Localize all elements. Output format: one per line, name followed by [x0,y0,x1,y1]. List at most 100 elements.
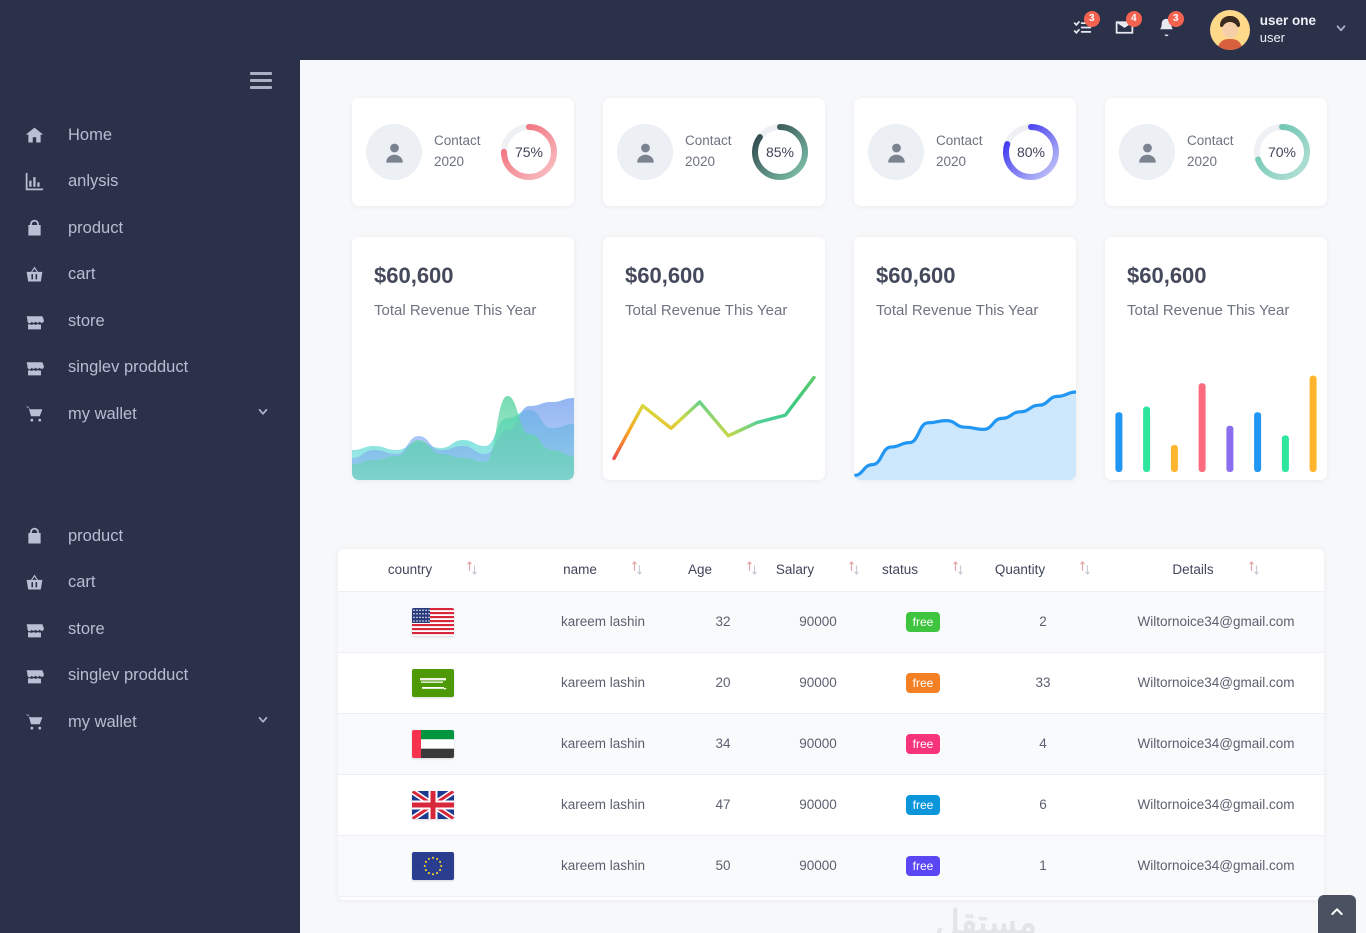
revenue-card: $60,600 Total Revenue This Year [1105,237,1327,480]
bell-button[interactable]: 3 [1148,11,1186,49]
column-header-details[interactable]: Details [1108,549,1324,592]
scroll-to-top-button[interactable] [1318,895,1356,933]
cell-salary: 90000 [768,774,868,836]
person-icon [868,124,924,180]
cell-details: Wiltornoice34@gmail.com [1108,713,1324,775]
user-menu[interactable]: user one user [1209,10,1348,50]
cell-details: Wiltornoice34@gmail.com [1108,652,1324,714]
gb-flag [412,790,454,819]
sort-icon[interactable] [1079,560,1091,579]
sidebar-toggle-button[interactable] [250,72,272,93]
column-header-status[interactable]: status [868,549,978,592]
cell-name: kareem lashin [528,774,678,836]
hamburger-icon [250,72,272,89]
revenue-chart [854,370,1076,480]
data-table-card: country name Age Salary status Quantity Detail… [338,549,1324,900]
sidebar-item-singlev-prodduct[interactable]: singlev prodduct [0,345,300,392]
revenue-chart [352,370,574,480]
sa-flag [412,668,454,697]
sidebar-item-my-wallet[interactable]: my wallet [0,699,300,746]
stat-card-text: Contact 2020 [1187,131,1251,173]
stat-card: Contact 2020 70% [1105,98,1327,206]
sort-icon[interactable] [746,560,758,579]
stat-card-year: 2020 [1187,154,1218,169]
sidebar-item-label: cart [68,573,96,592]
stat-card: Contact 2020 75% [352,98,574,206]
revenue-card-row: $60,600 Total Revenue This Year $60,600 Tot… [352,237,1327,480]
sidebar-item-my-wallet[interactable]: my wallet [0,391,300,438]
sort-icon[interactable] [1248,560,1260,579]
cell-age: 20 [678,652,768,714]
cell-country [338,591,528,653]
cell-quantity: 6 [978,774,1108,836]
sidebar-item-home[interactable]: Home [0,112,300,159]
sidebar-item-cart[interactable]: cart [0,560,300,607]
sidebar-nav-primary: Home anlysis product cart store singlev prodd… [0,112,300,438]
cell-quantity: 2 [978,591,1108,653]
store-icon [24,310,54,332]
sidebar-item-product[interactable]: product [0,513,300,560]
sort-icon[interactable] [631,560,643,579]
stat-card-year: 2020 [434,154,465,169]
store-icon [24,618,54,640]
user-name: user one [1259,13,1316,29]
envelope-button[interactable]: 4 [1106,11,1144,49]
column-header-age[interactable]: Age [678,549,768,592]
sidebar-item-store[interactable]: store [0,298,300,345]
column-header-salary[interactable]: Salary [768,549,868,592]
sidebar-nav-secondary: product cart store singlev prodduct my walle… [0,513,300,746]
basket-icon [24,572,54,594]
table-row[interactable]: kareem lashin 50 90000 free 1 Wiltornoice34@g… [338,835,1324,897]
store-icon [24,357,54,379]
sidebar-item-cart[interactable]: cart [0,252,300,299]
bar-chart-icon [24,171,54,193]
sort-icon[interactable] [952,560,964,579]
cell-age: 47 [678,774,768,836]
table-head: country name Age Salary status Quantity Detail… [338,549,1324,592]
cell-status: free [868,713,978,775]
home-icon [24,124,54,146]
store-icon [24,665,54,687]
cell-salary: 90000 [768,591,868,653]
sidebar-item-anlysis[interactable]: anlysis [0,159,300,206]
column-header-quantity[interactable]: Quantity [978,549,1108,592]
stat-card-title: Contact [936,133,983,149]
stat-card-text: Contact 2020 [685,131,749,173]
sidebar-item-label: product [68,526,124,545]
column-header-name[interactable]: name [528,549,678,592]
sidebar-item-singlev-prodduct[interactable]: singlev prodduct [0,653,300,700]
cell-details: Wiltornoice34@gmail.com [1108,774,1324,836]
stat-card-row: Contact 2020 75% Contact 2020 85% Contact 2020 8… [352,98,1327,206]
sidebar-item-product[interactable]: product [0,205,300,252]
table-row[interactable]: kareem lashin 32 90000 free 2 Wiltornoice34@g… [338,591,1324,653]
column-header-label: status [881,562,919,578]
chevron-down-icon[interactable] [256,713,270,732]
table-row[interactable]: kareem lashin 34 90000 free 4 Wiltornoice34@g… [338,713,1324,775]
bag-icon [24,525,54,547]
topbar-icon-group: 3 4 3 [1060,11,1186,49]
person-icon [617,124,673,180]
sort-icon[interactable] [848,560,860,579]
sidebar-item-label: singlev prodduct [68,358,189,377]
cell-name: kareem lashin [528,713,678,775]
revenue-chart [1105,362,1327,472]
sort-icon[interactable] [466,560,478,579]
sidebar-item-store[interactable]: store [0,606,300,653]
sidebar-item-label: store [68,619,105,638]
chevron-down-icon[interactable] [1334,21,1348,40]
tasks-button[interactable]: 3 [1064,11,1102,49]
cell-quantity: 33 [978,652,1108,714]
column-header-label: Quantity [994,562,1046,578]
ae-flag [412,729,454,758]
person-icon [366,124,422,180]
table-row[interactable]: kareem lashin 20 90000 free 33 Wiltornoice34@… [338,652,1324,714]
cell-name: kareem lashin [528,591,678,653]
table-row[interactable]: kareem lashin 47 90000 free 6 Wiltornoice34@g… [338,774,1324,836]
cell-country [338,774,528,836]
cell-salary: 90000 [768,835,868,897]
chevron-down-icon[interactable] [256,405,270,424]
column-header-country[interactable]: country [338,549,528,592]
revenue-card: $60,600 Total Revenue This Year [854,237,1076,480]
top-bar: 3 4 3 user one user [300,0,1366,60]
notification-badge: 3 [1167,11,1184,27]
